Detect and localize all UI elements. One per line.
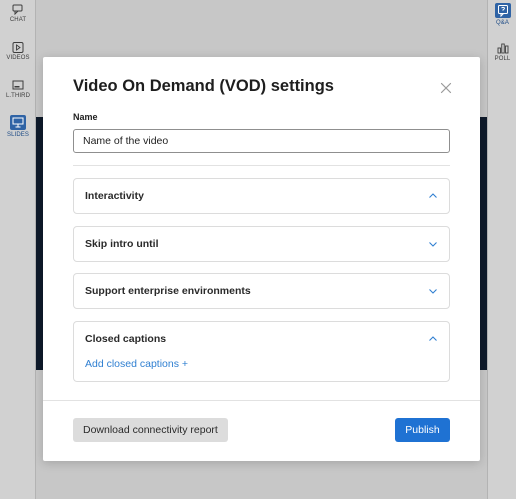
sidebar-item-label: SLIDES bbox=[7, 132, 29, 138]
sidebar-item-qa[interactable]: Q&A bbox=[488, 3, 516, 26]
sidebar-item-label: VIDEOS bbox=[6, 55, 30, 61]
sidebar-item-lower-third[interactable]: L.THIRD bbox=[0, 80, 36, 99]
section-interactivity: Interactivity bbox=[73, 178, 450, 214]
section-enterprise: Support enterprise environments bbox=[73, 273, 450, 309]
chevron-up-icon bbox=[429, 193, 437, 198]
slides-icon bbox=[10, 115, 26, 130]
dialog-title: Video On Demand (VOD) settings bbox=[73, 77, 334, 95]
publish-button[interactable]: Publish bbox=[395, 418, 450, 442]
left-sidebar: CHAT VIDEOS L.THIRD SLIDES bbox=[0, 0, 36, 499]
right-sidebar: Q&A POLL bbox=[487, 0, 516, 499]
download-connectivity-report-button[interactable]: Download connectivity report bbox=[73, 418, 228, 442]
sidebar-item-slides[interactable]: SLIDES bbox=[0, 115, 36, 138]
section-title: Skip intro until bbox=[85, 238, 159, 250]
qa-icon bbox=[494, 3, 511, 18]
chevron-down-icon bbox=[429, 289, 437, 294]
poll-icon bbox=[497, 43, 508, 54]
section-interactivity-header[interactable]: Interactivity bbox=[74, 179, 449, 213]
section-skip-intro: Skip intro until bbox=[73, 226, 450, 262]
section-closed-captions-header[interactable]: Closed captions bbox=[74, 322, 449, 356]
vod-settings-dialog: Video On Demand (VOD) settings Name Inte… bbox=[43, 57, 480, 461]
add-closed-captions-link[interactable]: Add closed captions + bbox=[85, 358, 188, 370]
sidebar-item-label: CHAT bbox=[9, 17, 27, 23]
chevron-up-icon bbox=[429, 336, 437, 341]
video-icon bbox=[12, 42, 24, 53]
close-icon[interactable] bbox=[439, 81, 453, 95]
section-title: Support enterprise environments bbox=[85, 285, 251, 297]
video-stage-right-edge bbox=[479, 117, 487, 370]
section-closed-captions: Closed captions Add closed captions + bbox=[73, 321, 450, 382]
sidebar-item-label: POLL bbox=[494, 56, 511, 62]
chat-icon bbox=[12, 4, 23, 15]
name-label: Name bbox=[73, 112, 98, 122]
sidebar-item-poll[interactable]: POLL bbox=[488, 43, 516, 62]
section-title: Interactivity bbox=[85, 190, 144, 202]
section-title: Closed captions bbox=[85, 333, 167, 345]
sidebar-item-chat[interactable]: CHAT bbox=[0, 4, 36, 23]
name-input[interactable] bbox=[73, 129, 450, 153]
footer-divider bbox=[43, 400, 480, 401]
section-skip-intro-header[interactable]: Skip intro until bbox=[74, 227, 449, 261]
sidebar-item-label: Q&A bbox=[496, 20, 509, 26]
sidebar-item-label: L.THIRD bbox=[5, 93, 31, 99]
section-enterprise-header[interactable]: Support enterprise environments bbox=[74, 274, 449, 308]
chevron-down-icon bbox=[429, 242, 437, 247]
lower-third-icon bbox=[12, 80, 24, 90]
divider bbox=[73, 165, 450, 166]
sidebar-item-videos[interactable]: VIDEOS bbox=[0, 42, 36, 61]
